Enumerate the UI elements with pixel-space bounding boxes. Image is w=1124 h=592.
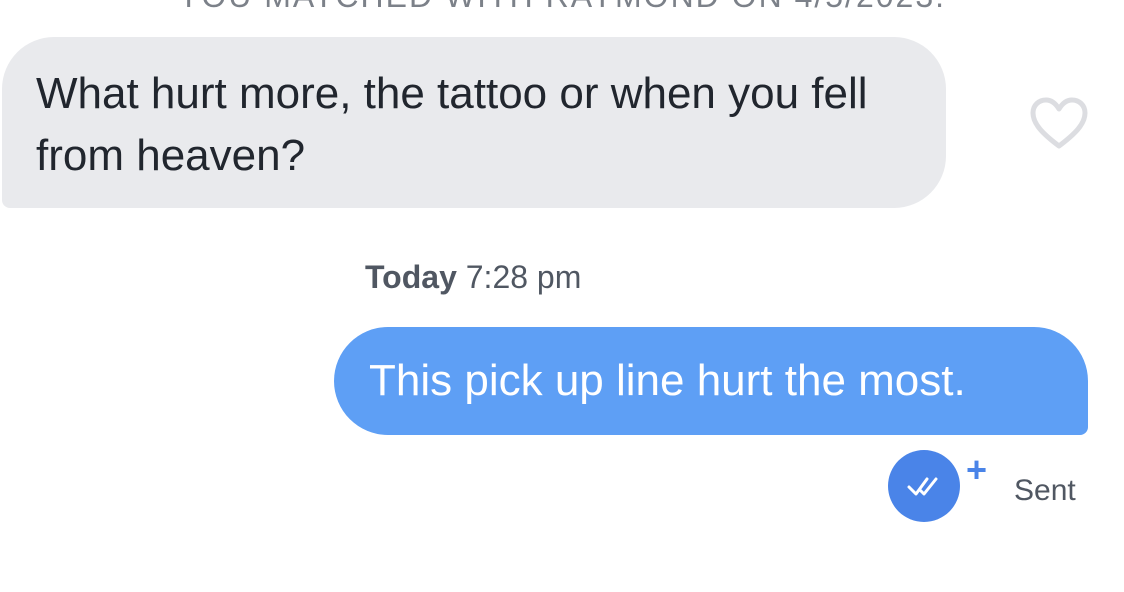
sent-status: Sent [1014,474,1076,507]
incoming-message-bubble[interactable]: What hurt more, the tattoo or when you f… [2,37,946,208]
plus-icon[interactable]: + [966,452,987,488]
outgoing-message-text: This pick up line hurt the most. [369,356,966,405]
incoming-message-text: What hurt more, the tattoo or when you f… [36,69,868,180]
chat-screen: YOU MATCHED WITH RAYMOND ON 4/5/2023. Wh… [0,0,1124,592]
outgoing-message-bubble[interactable]: This pick up line hurt the most. [334,327,1088,435]
double-check-icon[interactable] [888,450,960,522]
heart-outline-icon[interactable] [1029,96,1089,150]
timestamp-day: Today [365,259,457,295]
timestamp-time: 7:28 pm [465,259,582,295]
message-timestamp: Today 7:28 pm [365,259,581,296]
match-banner: YOU MATCHED WITH RAYMOND ON 4/5/2023. [0,0,1124,15]
